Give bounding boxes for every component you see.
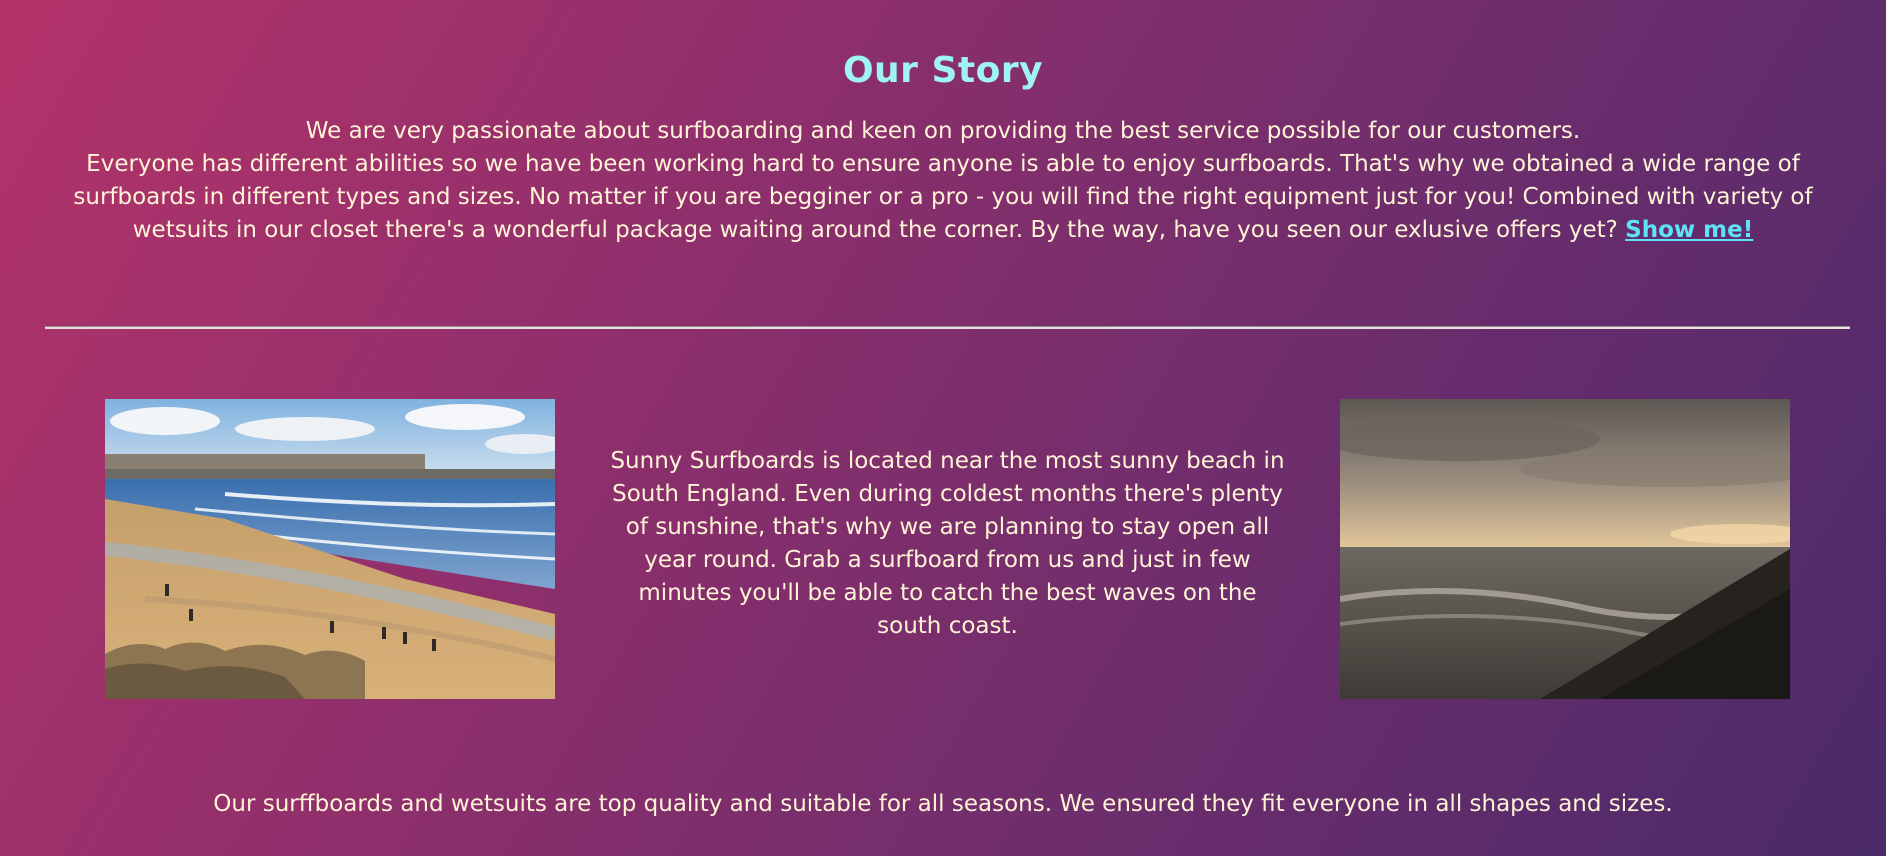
story-intro: We are very passionate about surfboardin…	[38, 115, 1848, 247]
sunset-shore-photo	[1340, 399, 1790, 699]
intro-line-2: Everyone has different abilities so we h…	[73, 151, 1813, 243]
section-divider	[45, 326, 1850, 329]
location-description: Sunny Surfboards is located near the mos…	[610, 448, 1285, 639]
our-story-section: Our Story We are very passionate about s…	[0, 0, 1886, 247]
page-title: Our Story	[842, 50, 1044, 91]
quality-statement: Our surffboards and wetsuits are top qua…	[213, 791, 1673, 817]
show-me-link[interactable]: Show me!	[1625, 217, 1753, 243]
beach-photo	[105, 399, 555, 699]
intro-line-1: We are very passionate about surfboardin…	[305, 118, 1581, 144]
